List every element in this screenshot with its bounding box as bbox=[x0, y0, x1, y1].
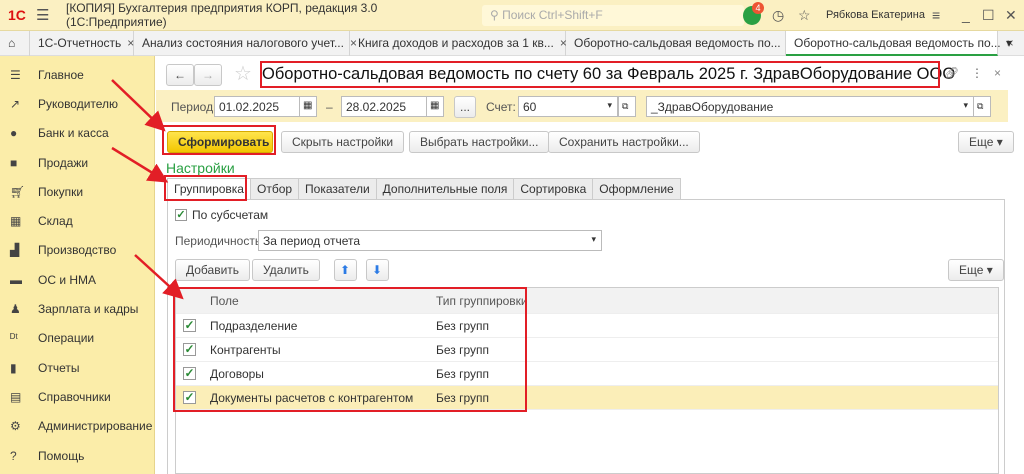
arrow-to-generate bbox=[111, 79, 166, 132]
arrow-to-table bbox=[134, 254, 184, 300]
arrow-to-grouping-tab bbox=[111, 146, 169, 183]
annotation-arrows bbox=[111, 79, 184, 300]
